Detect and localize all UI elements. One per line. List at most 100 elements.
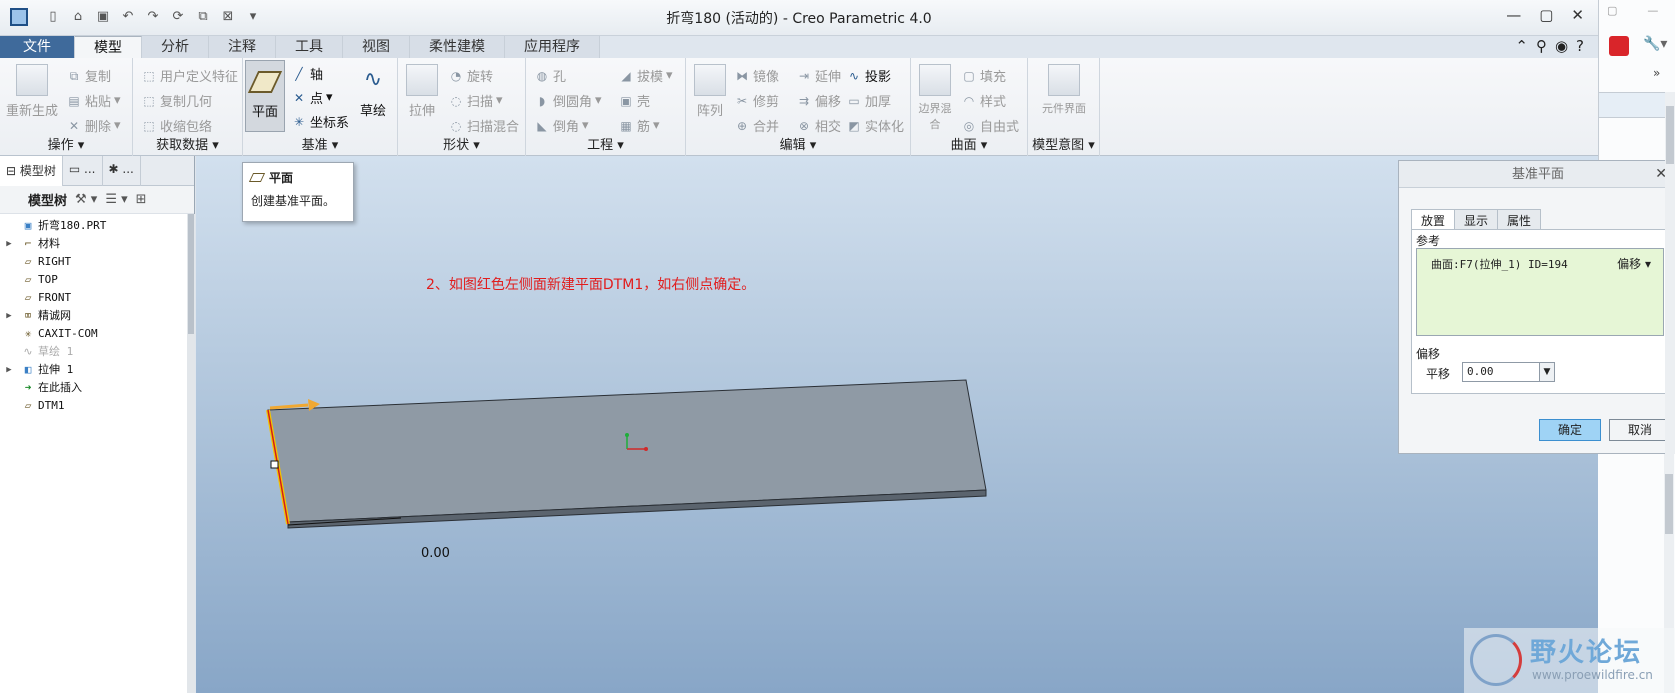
thicken-button[interactable]: ▭ 加厚 — [846, 91, 891, 111]
minimize-icon[interactable]: — — [1647, 4, 1658, 17]
paste-button[interactable]: ▤ 粘贴 ▾ — [66, 91, 120, 110]
axis-button[interactable]: ╱ 轴 — [291, 64, 323, 84]
solidify-button[interactable]: ◩ 实体化 — [846, 116, 904, 136]
draft-icon: ◢ — [621, 68, 631, 83]
app-logo-icon[interactable] — [1609, 36, 1629, 56]
help-icon[interactable]: ? — [1576, 37, 1584, 55]
copy-geom-button[interactable]: ⬚ 复制几何 — [141, 91, 212, 111]
direction-arrow[interactable] — [269, 403, 309, 410]
offset-button[interactable]: ⇉ 偏移 — [796, 91, 841, 111]
chamfer-button[interactable]: ◣ 倒角 ▾ — [534, 116, 588, 135]
group-label-shapes[interactable]: 形状 ▾ — [398, 134, 525, 153]
component-interface-button[interactable]: 元件界面 — [1042, 60, 1086, 116]
tab-file[interactable]: 文件 — [0, 36, 75, 58]
translation-input[interactable]: 0.00 — [1462, 362, 1540, 382]
pattern-button[interactable]: 阵列 — [690, 60, 730, 119]
minimize-icon[interactable]: — — [1506, 6, 1521, 24]
merge-button[interactable]: ⊕ 合并 — [734, 116, 779, 136]
fill-button[interactable]: ▢ 填充 — [961, 66, 1006, 86]
maximize-icon[interactable]: ▢ — [1539, 6, 1553, 24]
tree-item-right[interactable]: ▱ RIGHT — [0, 253, 194, 271]
swept-blend-button[interactable]: ◌ 扫描混合 — [448, 116, 519, 136]
tree-item-insert-here[interactable]: ➜ 在此插入 — [0, 379, 194, 397]
extrude-button[interactable]: 拉伸 — [402, 60, 442, 119]
round-button[interactable]: ◗ 倒圆角 ▾ — [534, 91, 602, 110]
udf-button[interactable]: ⬚ 用户定义特征 — [141, 66, 238, 86]
tree-item-csys[interactable]: ✳ CAXIT-COM — [0, 325, 194, 343]
tree-show-icon[interactable]: ☰ ▾ — [105, 192, 127, 207]
group-label-operations[interactable]: 操作 ▾ — [0, 134, 132, 153]
group-label-surfaces[interactable]: 曲面 ▾ — [911, 134, 1027, 153]
tree-item-sketch[interactable]: ∿ 草绘 1 — [0, 343, 194, 361]
tab-properties[interactable]: 属性 — [1497, 209, 1542, 229]
group-label-design-intent[interactable]: 模型意图 ▾ — [1028, 134, 1099, 153]
offset-dimension-label[interactable]: 0.00 — [421, 546, 450, 561]
extend-button[interactable]: ⇥ 延伸 — [796, 66, 841, 86]
rib-button[interactable]: ▦ 筋 ▾ — [618, 116, 659, 135]
tab-placement[interactable]: 放置 — [1411, 209, 1456, 229]
tab-model[interactable]: 模型 — [75, 36, 142, 58]
tab-folder-browser[interactable]: ▭ ... — [63, 156, 103, 186]
project-button[interactable]: ∿ 投影 — [846, 66, 891, 86]
tab-flexible-modeling[interactable]: 柔性建模 — [410, 36, 505, 58]
tree-item-top[interactable]: ▱ TOP — [0, 271, 194, 289]
boundary-blend-button[interactable]: 边界混合 — [915, 60, 955, 132]
tree-item-group[interactable]: ▶ ⌧ 精诚网 — [0, 307, 194, 325]
minimize-ribbon-icon[interactable]: ⌃ — [1515, 37, 1528, 55]
tree-item-part[interactable]: ▣ 折弯180.PRT — [0, 217, 194, 235]
intersect-button[interactable]: ⊗ 相交 — [796, 116, 841, 136]
regenerate-button[interactable]: 重新生成 — [6, 60, 58, 119]
revolve-button[interactable]: ◔ 旋转 — [448, 66, 493, 86]
group-label-editing[interactable]: 编辑 ▾ — [686, 134, 910, 153]
graphics-area[interactable] — [196, 156, 1598, 693]
hole-button[interactable]: ◍ 孔 — [534, 66, 566, 86]
reference-item[interactable]: 曲面:F7(拉伸_1) ID=194 — [1431, 256, 1568, 272]
search-icon[interactable]: ⚲ — [1536, 37, 1547, 55]
tree-item-material[interactable]: ▶ ⌐ 材料 — [0, 235, 194, 253]
references-collector[interactable]: 曲面:F7(拉伸_1) ID=194 偏移 ▾ — [1416, 248, 1664, 336]
fill-icon: ▢ — [963, 68, 975, 83]
tab-model-tree[interactable]: ⊟ 模型树 — [0, 156, 63, 186]
group-label-engineering[interactable]: 工程 ▾ — [526, 134, 685, 153]
tab-view[interactable]: 视图 — [343, 36, 410, 58]
group-label-get-data[interactable]: 获取数据 ▾ — [133, 134, 242, 153]
csys-button[interactable]: ✳ 坐标系 — [291, 112, 349, 132]
freestyle-button[interactable]: ◎ 自由式 — [961, 116, 1019, 136]
shrinkwrap-button[interactable]: ⬚ 收缩包络 — [141, 116, 212, 136]
tree-item-front[interactable]: ▱ FRONT — [0, 289, 194, 307]
sweep-button[interactable]: ◌ 扫描 ▾ — [448, 91, 503, 110]
sketch-button[interactable]: ∿ 草绘 — [351, 60, 395, 119]
chevron-right-icon[interactable]: » — [1653, 66, 1660, 80]
offset-drag-handle[interactable] — [270, 460, 279, 469]
group-label-datum[interactable]: 基准 ▾ — [243, 134, 397, 153]
tree-scrollbar[interactable] — [187, 214, 195, 693]
reference-type-dropdown[interactable]: 偏移 ▾ — [1617, 255, 1651, 272]
translation-dropdown[interactable]: ▼ — [1539, 362, 1555, 382]
tab-analysis[interactable]: 分析 — [142, 36, 209, 58]
style-button[interactable]: ◠ 样式 — [961, 91, 1006, 111]
trim-button[interactable]: ✂ 修剪 — [734, 91, 779, 111]
plane-button[interactable]: 平面 — [245, 60, 285, 132]
point-button[interactable]: ✕ 点 ▾ — [291, 88, 333, 107]
tree-item-extrude[interactable]: ▶ ◧ 拉伸 1 — [0, 361, 194, 379]
tab-display[interactable]: 显示 — [1454, 209, 1499, 229]
tab-applications[interactable]: 应用程序 — [505, 36, 600, 58]
close-icon[interactable]: ✕ — [1571, 6, 1584, 24]
tree-settings-icon[interactable]: ⚒ ▾ — [75, 192, 97, 207]
tab-favorites[interactable]: ✱ ... — [103, 156, 141, 186]
mirror-button[interactable]: ⧓ 镜像 — [734, 66, 779, 86]
delete-button[interactable]: ✕ 删除 ▾ — [66, 116, 121, 135]
community-icon[interactable]: ◉ — [1555, 37, 1568, 55]
copy-button[interactable]: ⧉ 复制 — [66, 66, 111, 86]
wrench-icon[interactable]: 🔧▾ — [1643, 36, 1667, 52]
ok-button[interactable]: 确定 — [1539, 419, 1601, 441]
draft-button[interactable]: ◢ 拔模 ▾ — [618, 66, 672, 85]
cancel-button[interactable]: 取消 — [1609, 419, 1671, 441]
restore-icon[interactable]: ▢ — [1607, 4, 1617, 17]
tree-item-dtm1[interactable]: ▱ DTM1 — [0, 397, 194, 415]
shell-button[interactable]: ▣ 壳 — [618, 91, 650, 111]
tab-tools[interactable]: 工具 — [276, 36, 343, 58]
material-icon: ⌐ — [24, 237, 32, 250]
tree-filter-icon[interactable]: ⊞ — [136, 192, 147, 207]
tab-annotate[interactable]: 注释 — [209, 36, 276, 58]
